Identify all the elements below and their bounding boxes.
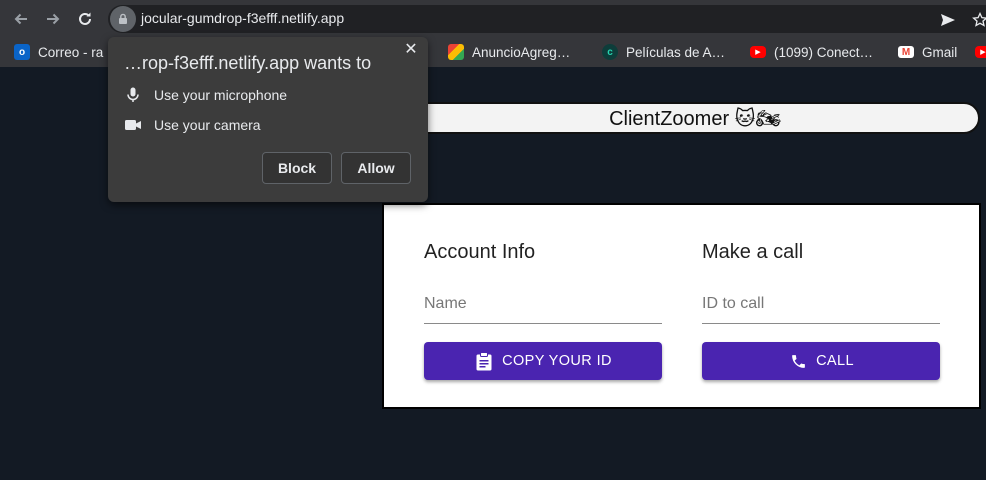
lock-icon	[119, 13, 127, 24]
gmail-icon: M	[898, 46, 914, 58]
permission-camera: Use your camera	[124, 116, 261, 134]
block-button[interactable]: Block	[262, 152, 332, 184]
app-title: ClientZoomer 🐱🏍	[410, 102, 980, 134]
address-bar[interactable]: jocular-gumdrop-f3efff.netlify.app	[108, 5, 986, 33]
copy-id-button[interactable]: COPY YOUR ID	[424, 342, 662, 380]
send-icon	[941, 14, 955, 26]
bookmark-anuncio[interactable]: AnuncioAgreg…	[448, 41, 570, 63]
account-info-heading: Account Info	[424, 241, 536, 263]
id-to-call-input[interactable]	[702, 287, 940, 321]
bookmark-label: Películas de A…	[626, 44, 726, 60]
close-icon[interactable]: ✕	[404, 42, 418, 58]
bookmark-label: (1099) Conect…	[774, 44, 874, 60]
bookmark-star-button[interactable]	[971, 11, 986, 29]
site-c-icon: c	[602, 44, 618, 60]
call-button[interactable]: CALL	[702, 342, 940, 380]
star-icon	[972, 12, 986, 27]
forward-button[interactable]	[40, 6, 66, 32]
bookmark-gmail[interactable]: M Gmail	[898, 41, 957, 63]
bookmark-label: Correo - ra	[38, 44, 104, 60]
back-arrow-icon	[14, 13, 27, 25]
bookmark-correo[interactable]: o Correo - ra	[14, 41, 103, 63]
phone-icon	[788, 351, 808, 371]
send-tab-button[interactable]	[939, 11, 957, 29]
youtube-icon: ▶	[750, 46, 766, 58]
permission-label: Use your camera	[154, 117, 261, 133]
bookmark-youtube[interactable]: ▶ (1099) Conect…	[750, 41, 873, 63]
name-field	[424, 287, 662, 324]
bookmark-label: Gmail	[922, 44, 958, 60]
permission-microphone: Use your microphone	[124, 86, 287, 104]
forward-arrow-icon	[47, 13, 60, 25]
site-info-button[interactable]	[110, 6, 136, 32]
browser-toolbar: jocular-gumdrop-f3efff.netlify.app	[0, 0, 986, 37]
outlook-icon: o	[14, 44, 30, 60]
permission-title: …rop-f3efff.netlify.app wants to	[124, 53, 372, 73]
bookmark-youtube-2[interactable]: ▶	[975, 41, 986, 63]
reload-button[interactable]	[72, 6, 98, 32]
url-text[interactable]: jocular-gumdrop-f3efff.netlify.app	[141, 10, 344, 26]
clipboard-icon	[474, 351, 494, 371]
youtube-icon: ▶	[975, 46, 986, 58]
main-card: Account Info COPY YOUR ID Make a call CA…	[382, 203, 981, 409]
name-input[interactable]	[424, 287, 662, 321]
google-drive-icon	[448, 44, 464, 60]
copy-id-label: COPY YOUR ID	[502, 353, 612, 369]
id-to-call-field	[702, 287, 940, 324]
permission-label: Use your microphone	[154, 87, 288, 103]
call-label: CALL	[816, 353, 854, 369]
microphone-icon	[124, 86, 142, 104]
allow-button[interactable]: Allow	[341, 152, 411, 184]
reload-icon	[79, 12, 91, 25]
bookmark-label: AnuncioAgreg…	[472, 44, 571, 60]
back-button[interactable]	[8, 6, 34, 32]
camera-icon	[124, 116, 142, 134]
permission-popup: …rop-f3efff.netlify.app wants to ✕ Use y…	[108, 37, 428, 202]
bookmark-peliculas[interactable]: c Películas de A…	[602, 41, 725, 63]
make-call-heading: Make a call	[702, 241, 804, 263]
